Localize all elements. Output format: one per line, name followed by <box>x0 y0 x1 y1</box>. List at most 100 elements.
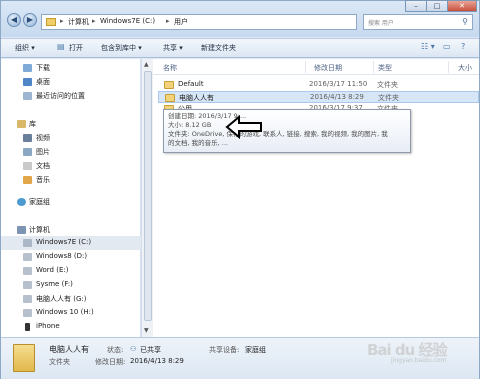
nav-item-drive-g[interactable]: 电脑人人有 (G:) <box>1 292 141 306</box>
details-date-label: 修改日期: <box>95 358 126 366</box>
share-button[interactable]: 共享 ▾ <box>163 43 183 53</box>
nav-item-label: Word (E:) <box>36 266 69 274</box>
nav-item-videos[interactable]: 视频 <box>1 131 141 145</box>
nav-item-label: Windows 10 (H:) <box>36 308 94 316</box>
nav-item-label: iPhone <box>36 322 60 330</box>
nav-item-downloads[interactable]: 下载 <box>1 61 141 75</box>
breadcrumb-separator: ▸ <box>166 17 170 25</box>
nav-group-label: 库 <box>29 120 36 128</box>
column-divider <box>373 61 374 73</box>
explorer-window: ◀ ▶ ▸ 计算机 ▸ Windows7E (C:) ▸ 用户 ⟳ 搜索 用户 … <box>0 0 480 379</box>
drive-icon <box>23 267 32 275</box>
details-date-value: 2016/4/13 8:29 <box>130 357 184 365</box>
breadcrumb-drive[interactable]: Windows7E (C:) <box>100 17 155 25</box>
drive-icon <box>23 295 32 303</box>
maximize-button[interactable]: □ <box>426 0 448 12</box>
nav-item-label: 视频 <box>36 134 50 142</box>
phone-icon <box>25 323 30 331</box>
nav-item-label: 最近访问的位置 <box>36 92 85 100</box>
search-box[interactable]: 搜索 用户 ⚲ <box>363 14 473 30</box>
folder-info-tooltip: 创建日期: 2016/3/17 9:... 大小: 8.12 GB 文件夹: O… <box>163 109 411 153</box>
library-icon <box>17 120 26 128</box>
folder-icon <box>164 81 174 89</box>
nav-group-homegroup[interactable]: 家庭组 <box>1 195 141 209</box>
arrow-left-icon <box>225 115 262 139</box>
drive-icon <box>23 309 32 317</box>
drive-icon <box>23 253 32 261</box>
column-date[interactable]: 修改日期 <box>314 63 342 73</box>
column-divider <box>448 61 449 73</box>
include-in-library-button[interactable]: 包含到库中 ▾ <box>101 43 142 53</box>
file-type: 文件夹 <box>378 94 399 102</box>
details-state-value: 已共享 <box>140 346 161 354</box>
details-type: 文件夹 <box>49 358 70 366</box>
open-button[interactable]: 打开 <box>69 43 83 53</box>
nav-item-label: Windows8 (D:) <box>36 252 88 260</box>
minimize-button[interactable]: – <box>405 0 427 12</box>
breadcrumb-separator: ▸ <box>92 17 96 25</box>
pictures-library-icon <box>23 148 32 156</box>
scroll-down-icon[interactable]: ▼ <box>144 327 149 334</box>
scroll-thumb[interactable] <box>144 71 152 321</box>
homegroup-icon <box>17 198 26 206</box>
nav-item-drive-h[interactable]: Windows 10 (H:) <box>1 306 141 320</box>
tooltip-files-line1: 文件夹: OneDrive, 保存的游戏, 联系人, 链接, 搜索, 我的视频,… <box>168 130 388 138</box>
nav-item-recent[interactable]: 最近访问的位置 <box>1 89 141 103</box>
folder-icon <box>13 344 35 372</box>
file-name: 电脑人人有 <box>179 94 214 102</box>
nav-group-label: 家庭组 <box>29 198 50 206</box>
view-options-icon[interactable]: ☷ ▾ <box>421 42 435 51</box>
nav-item-label: 桌面 <box>36 78 50 86</box>
details-state-label: 状态: <box>107 346 124 354</box>
nav-group-computer[interactable]: 计算机 <box>1 223 141 237</box>
title-bar: ◀ ▶ ▸ 计算机 ▸ Windows7E (C:) ▸ 用户 ⟳ 搜索 用户 … <box>1 0 479 37</box>
nav-item-drive-f[interactable]: Sysme (F:) <box>1 278 141 292</box>
new-folder-button[interactable]: 新建文件夹 <box>201 43 236 53</box>
nav-item-pictures[interactable]: 图片 <box>1 145 141 159</box>
scroll-up-icon[interactable]: ▲ <box>144 61 149 68</box>
file-row[interactable]: Default 2016/3/17 11:50 文件夹 <box>158 79 479 91</box>
column-size[interactable]: 大小 <box>458 63 472 73</box>
nav-scrollbar[interactable]: ▲ ▼ <box>141 59 153 337</box>
search-icon[interactable]: ⚲ <box>462 17 468 26</box>
nav-item-drive-e[interactable]: Word (E:) <box>1 264 141 278</box>
open-icon: ▤ <box>57 42 65 51</box>
address-bar[interactable]: ▸ 计算机 ▸ Windows7E (C:) ▸ 用户 ⟳ <box>41 14 388 30</box>
video-library-icon <box>23 134 32 142</box>
close-button[interactable]: ✕ <box>447 0 477 12</box>
nav-group-libraries[interactable]: 库 <box>1 117 141 131</box>
nav-item-documents[interactable]: 文档 <box>1 159 141 173</box>
folder-icon <box>165 94 175 102</box>
file-date: 2016/3/17 11:50 <box>309 80 368 88</box>
forward-button[interactable]: ▶ <box>23 13 37 27</box>
download-folder-icon <box>23 64 32 72</box>
nav-item-drive-c[interactable]: Windows7E (C:) <box>1 236 141 250</box>
breadcrumb-computer[interactable]: 计算机 <box>68 17 89 27</box>
file-date: 2016/4/13 8:29 <box>310 93 364 101</box>
file-name: Default <box>178 80 204 88</box>
back-button[interactable]: ◀ <box>7 13 21 27</box>
nav-item-label: 音乐 <box>36 176 50 184</box>
nav-item-drive-d[interactable]: Windows8 (D:) <box>1 250 141 264</box>
column-type[interactable]: 类型 <box>378 63 392 73</box>
organize-button[interactable]: 组织 ▾ <box>15 43 35 53</box>
nav-item-label: Sysme (F:) <box>36 280 73 288</box>
details-name: 电脑人人有 <box>49 345 89 354</box>
nav-group-label: 计算机 <box>29 226 50 234</box>
breadcrumb-users[interactable]: 用户 <box>174 17 188 27</box>
file-list: 名称 修改日期 类型 大小 Default 2016/3/17 11:50 文件… <box>153 59 479 337</box>
help-icon[interactable]: ? <box>461 42 465 51</box>
nav-item-music[interactable]: 音乐 <box>1 173 141 187</box>
nav-item-iphone[interactable]: iPhone <box>1 320 141 334</box>
column-divider <box>305 61 306 73</box>
music-library-icon <box>23 176 32 184</box>
desktop-icon <box>23 78 32 86</box>
nav-item-label: 文档 <box>36 162 50 170</box>
nav-item-desktop[interactable]: 桌面 <box>1 75 141 89</box>
details-share-label: 共享设备: <box>209 346 240 354</box>
tooltip-created: 创建日期: 2016/3/17 9:... <box>168 112 247 120</box>
preview-pane-icon[interactable]: ▭ <box>443 42 451 51</box>
baidu-watermark-url: jingyan.baidu.com <box>391 357 447 364</box>
file-row[interactable]: 电脑人人有 2016/4/13 8:29 文件夹 <box>158 91 479 103</box>
column-name[interactable]: 名称 <box>163 63 177 73</box>
